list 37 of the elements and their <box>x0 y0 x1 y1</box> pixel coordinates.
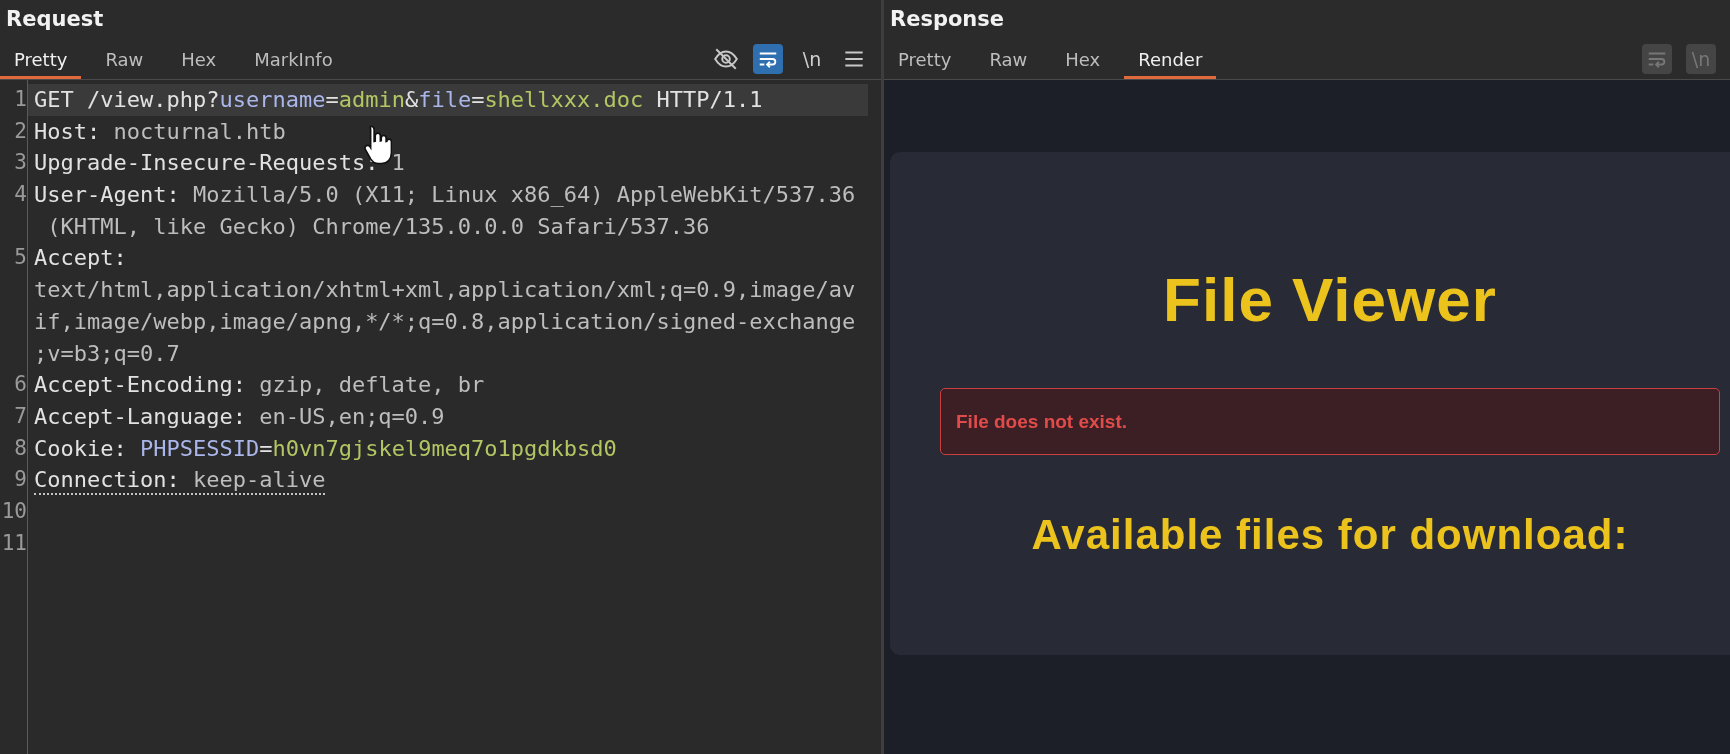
code-line: Accept: <box>34 244 127 273</box>
panel-title: Request <box>5 6 104 33</box>
line-number: 9 <box>13 466 27 494</box>
code-line: Upgrade-Insecure-Requests: 1 <box>34 149 405 178</box>
code-line: User-Agent: Mozilla/5.0 (X11; Linux x86_64) AppleWebKit/537.36 <box>34 181 856 210</box>
line-number: 7 <box>13 402 27 430</box>
line-number: 2 <box>13 117 27 145</box>
code-line: Accept-Encoding: gzip, deflate, br <box>34 371 485 400</box>
code-line: Host: nocturnal.htb <box>34 117 286 146</box>
tab[interactable]: Hex <box>1051 38 1115 79</box>
tab[interactable]: Raw <box>91 38 158 79</box>
code-line: GET /view.php?username=admin&file=shellxxx.doc HTTP/1.1 <box>34 86 763 114</box>
code-line: ;v=b3;q=0.7 <box>34 339 180 368</box>
line-number: 6 <box>13 371 27 399</box>
tab[interactable]: MarkInfo <box>240 38 347 79</box>
tab[interactable]: Hex <box>167 38 231 79</box>
error-alert: File does not exist. <box>940 388 1720 455</box>
code-line: (KHTML, like Gecko) Chrome/135.0.0.0 Safari/537.36 <box>46 212 710 241</box>
line-number: 4 <box>13 181 27 209</box>
panel-title: Response <box>889 6 1005 33</box>
code-line: Accept-Language: en-US,en;q=0.9 <box>34 402 445 431</box>
line-number: 11 <box>0 529 27 557</box>
code-line: Connection: keep-alive <box>34 466 326 496</box>
section-heading: Available files for download: <box>1030 511 1630 559</box>
line-number: 1 <box>13 86 27 113</box>
newline-toggle[interactable]: \n <box>797 43 827 74</box>
tab[interactable]: Pretty <box>884 38 966 79</box>
wrap-toggle[interactable] <box>753 43 783 74</box>
code-line: if,image/webp,image/apng,*/*;q=0.8,application/signed-exchange <box>34 307 856 336</box>
line-number: 3 <box>13 149 27 177</box>
code-line: text/html,application/xhtml+xml,application/xml;q=0.9,image/av <box>34 276 856 305</box>
tab[interactable]: Raw <box>975 38 1042 79</box>
code-line: Cookie: PHPSESSID=h0vn7gjskel9meq7o1pgdkbsd0 <box>34 434 617 463</box>
line-number: 8 <box>13 434 27 462</box>
line-number: 10 <box>0 497 27 525</box>
page-heading: File Viewer <box>1162 264 1498 336</box>
line-number: 5 <box>13 244 27 272</box>
